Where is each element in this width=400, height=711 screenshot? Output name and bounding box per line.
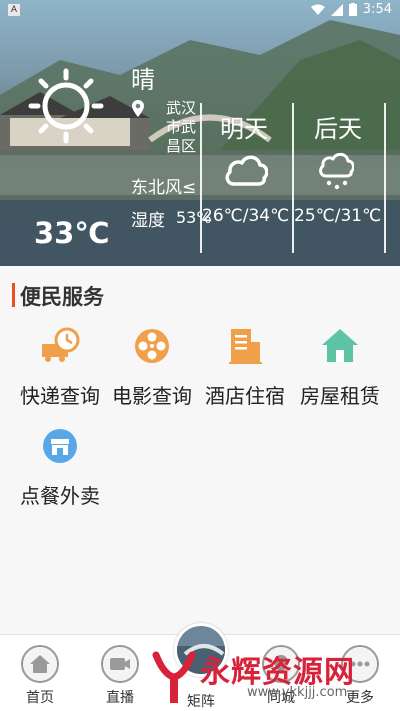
nav-live[interactable]: 直播 (90, 645, 150, 707)
cloud-icon (225, 155, 268, 186)
notification-badge: A (8, 4, 20, 16)
wifi-icon (310, 4, 325, 15)
today-condition: 晴 (131, 66, 155, 94)
takeout-shop-icon (43, 429, 77, 463)
services-section: 便民服务 快递查询 电影查询 酒店住宿 房屋租赁 点餐外卖 (0, 266, 400, 634)
forecast-day-title: 明天 (220, 115, 268, 143)
clock: 3:54 (362, 2, 392, 17)
service-label: 快递查询 (20, 384, 100, 408)
wind-text: 东北风≤ (131, 178, 197, 198)
divider (384, 103, 386, 253)
delivery-truck-icon (42, 327, 80, 362)
service-express-query[interactable]: 快递查询 (12, 326, 108, 409)
service-movie-query[interactable]: 电影查询 (104, 326, 200, 409)
service-label: 酒店住宿 (205, 384, 285, 408)
humidity-value: 53% (176, 208, 212, 227)
nav-label: 首页 (26, 690, 54, 706)
sun-icon (28, 68, 104, 144)
service-label: 电影查询 (112, 384, 192, 408)
service-label: 房屋租赁 (300, 384, 380, 408)
house-icon (322, 329, 358, 362)
signal-icon (330, 3, 343, 16)
forecast-temp-range: 26℃/34℃ (202, 206, 290, 226)
film-reel-icon (135, 329, 169, 363)
watermark-logo (152, 651, 196, 703)
section-title: 便民服务 (20, 285, 104, 309)
app-screen: A 3:54 晴 武汉市武昌区 东北风≤ 湿度 53% 33℃ 明天 26℃/3… (0, 0, 400, 711)
forecast-day-title: 后天 (314, 115, 362, 143)
divider (292, 103, 294, 253)
location-pin-icon (132, 100, 144, 117)
home-icon (30, 655, 50, 673)
battery-icon (348, 3, 357, 16)
service-food-takeout[interactable]: 点餐外卖 (12, 426, 108, 509)
current-temperature: 33℃ (34, 216, 110, 250)
service-house-rental[interactable]: 房屋租赁 (292, 326, 388, 409)
divider (200, 103, 202, 253)
status-bar: A 3:54 (0, 0, 400, 22)
weather-panel: A 3:54 晴 武汉市武昌区 东北风≤ 湿度 53% 33℃ 明天 26℃/3… (0, 0, 400, 266)
location-text[interactable]: 武汉市武昌区 (166, 99, 200, 156)
rain-cloud-icon (319, 152, 354, 190)
watermark-url: www.ykkjjj.com (247, 685, 348, 700)
service-label: 点餐外卖 (20, 484, 100, 508)
humidity-label: 湿度 (131, 211, 165, 231)
hotel-building-icon (229, 329, 262, 364)
section-accent-bar (12, 283, 15, 307)
watermark: 永辉资源网 www.ykkjjj.com (152, 641, 400, 711)
nav-home[interactable]: 首页 (10, 645, 70, 707)
video-camera-icon (110, 658, 130, 670)
nav-label: 直播 (106, 690, 134, 706)
service-hotel[interactable]: 酒店住宿 (197, 326, 293, 409)
forecast-temp-range: 25℃/31℃ (294, 206, 382, 226)
